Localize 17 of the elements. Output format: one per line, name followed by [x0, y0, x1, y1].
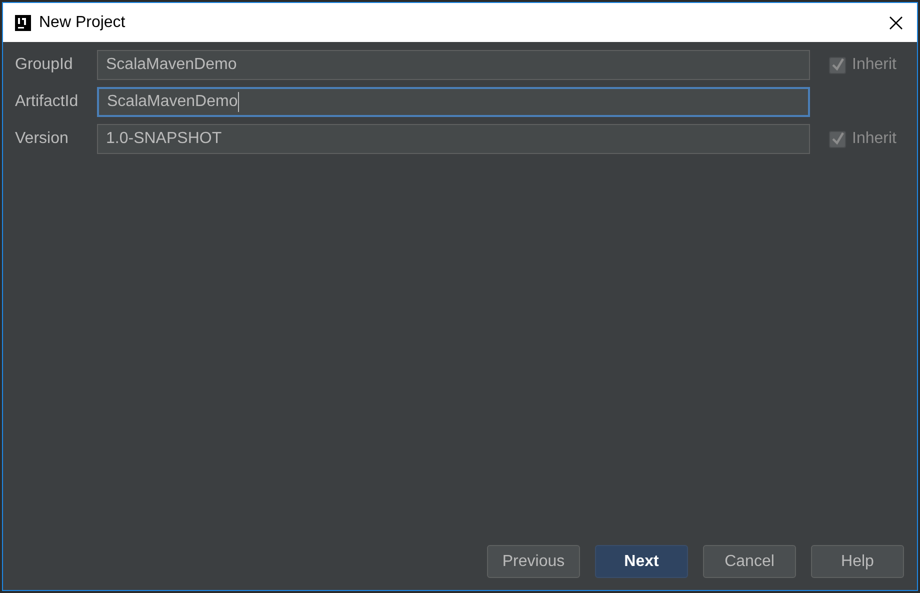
inherit-checkbox[interactable]: Inherit	[829, 53, 896, 77]
window-title: New Project	[39, 12, 126, 32]
field-label: ArtifactId	[15, 92, 80, 112]
field-label: Version	[15, 129, 70, 149]
text-field[interactable]: 1.0-SNAPSHOT	[97, 124, 810, 154]
inherit-checkbox[interactable]: Inherit	[829, 127, 896, 151]
dialog-button[interactable]: Help	[811, 545, 904, 578]
dialog-button[interactable]: Previous	[487, 545, 580, 578]
text-field[interactable]: ScalaMavenDemo	[97, 87, 810, 117]
text-field[interactable]: ScalaMavenDemo	[97, 50, 810, 80]
close-icon[interactable]	[889, 16, 903, 30]
check-icon	[830, 58, 844, 72]
app-logo-icon	[15, 14, 31, 30]
check-icon	[830, 132, 844, 146]
field-label: GroupId	[15, 55, 74, 75]
dialog-button[interactable]: Cancel	[703, 545, 796, 578]
default-button[interactable]: Next	[595, 545, 688, 578]
